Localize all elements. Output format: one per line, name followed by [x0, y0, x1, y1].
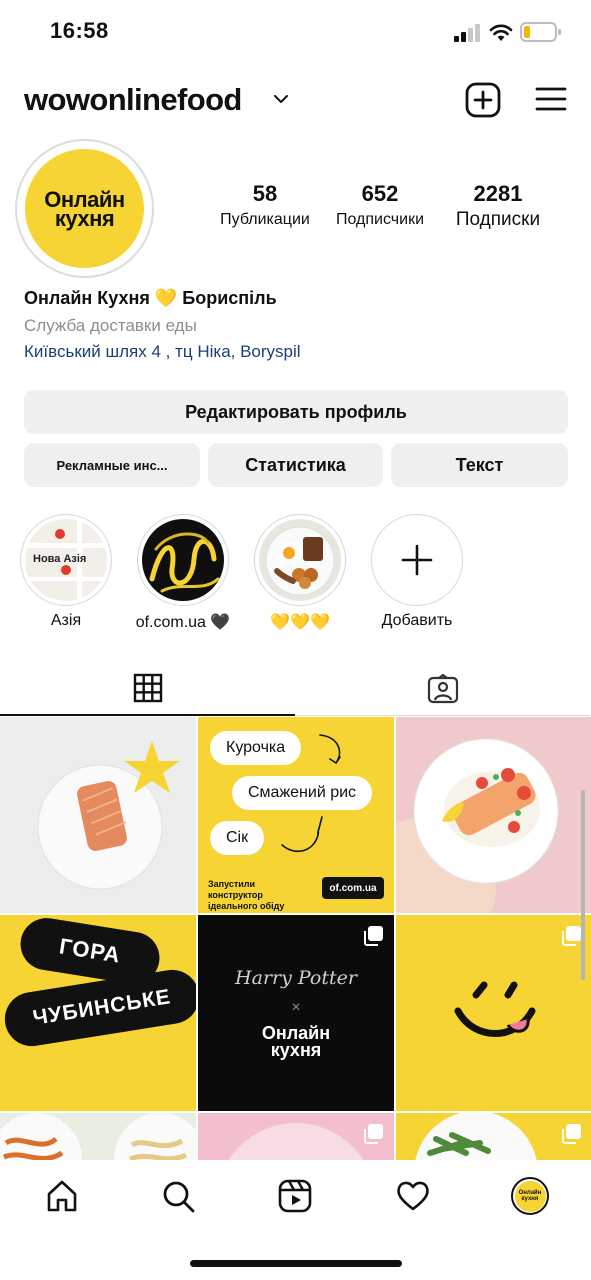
- status-time: 16:58: [50, 18, 109, 43]
- post-x-mark: ×: [291, 999, 301, 1016]
- home-icon[interactable]: [44, 1178, 80, 1214]
- avatar-logo-text: Онлайн кухня: [44, 186, 125, 231]
- ad-tools-button[interactable]: Рекламные инс...: [24, 443, 200, 487]
- neon-thumbnail: [142, 519, 224, 601]
- post-hp-title: Harry Potter: [235, 967, 357, 989]
- add-highlight-button[interactable]: Добавить: [362, 514, 472, 630]
- post-fish-plate[interactable]: [396, 717, 591, 913]
- avatar-logo-text: Онлайн кухня: [518, 1190, 542, 1202]
- multiple-images-icon: [562, 926, 581, 946]
- scrollbar[interactable]: [581, 790, 585, 980]
- plus-icon: [401, 544, 433, 576]
- insights-button[interactable]: Статистика: [208, 443, 383, 487]
- post-smiley[interactable]: [396, 915, 591, 1111]
- wifi-icon: [489, 24, 513, 41]
- neon-swirl-icon: [149, 532, 220, 593]
- status-bar: 16:58: [0, 0, 591, 64]
- profile-avatar[interactable]: Онлайн кухня: [15, 139, 154, 278]
- highlight-ring: [254, 514, 346, 606]
- avatar-logo: Онлайн кухня: [25, 149, 144, 268]
- highlight-ring: [371, 514, 463, 606]
- battery-icon: [520, 22, 561, 42]
- stat-following-label: Подписки: [455, 209, 541, 230]
- highlight-label: Добавить: [381, 612, 453, 629]
- profile-header: wowonlinefood: [0, 72, 591, 128]
- post-footer-text: Запустили конструктор ідеального обіду: [208, 879, 285, 911]
- profile-category: Служба доставки еды: [24, 316, 197, 335]
- home-indicator: [190, 1260, 402, 1267]
- map-label: Нова Азія: [33, 553, 87, 565]
- post-salmon[interactable]: [0, 717, 196, 913]
- profile-tabs: [0, 662, 591, 716]
- stat-followers-label: Подписчики: [335, 211, 424, 228]
- search-icon[interactable]: [160, 1178, 196, 1214]
- stat-followers-count: 652: [361, 181, 399, 206]
- fish-plate-image: [396, 738, 559, 913]
- post-constructor[interactable]: Курочка Смажений рис Сік Запустили конст…: [198, 717, 394, 913]
- account-username[interactable]: wowonlinefood: [24, 82, 242, 118]
- stat-posts-count: 58: [252, 181, 278, 206]
- stat-followers[interactable]: 652 Подписчики: [320, 180, 440, 232]
- post-harry-potter[interactable]: Harry Potter × Онлайн кухня: [198, 915, 394, 1111]
- post-beans[interactable]: [396, 1113, 591, 1160]
- profile-location-link[interactable]: Київський шлях 4 , тц Ніка, Boryspil: [24, 342, 301, 362]
- reels-icon[interactable]: [277, 1178, 313, 1214]
- highlight-ofcomua[interactable]: of.com.ua 🖤: [128, 514, 238, 632]
- stat-posts-label: Публикации: [220, 211, 310, 228]
- edit-profile-button[interactable]: Редактировать профиль: [24, 390, 568, 434]
- post-url-badge: of.com.ua: [322, 877, 384, 899]
- menu-icon[interactable]: [535, 85, 567, 113]
- tab-posts-grid[interactable]: [0, 662, 295, 716]
- multiple-images-icon: [364, 1124, 383, 1144]
- post-gora-chubynske[interactable]: ГОРА ЧУБИНСЬКЕ: [0, 915, 196, 1111]
- post-pasta[interactable]: [0, 1113, 196, 1160]
- tagged-person-icon: [427, 673, 458, 703]
- stat-following-count: 2281: [473, 181, 523, 206]
- chevron-down-icon[interactable]: [272, 92, 290, 106]
- heart-icon[interactable]: [395, 1178, 431, 1214]
- highlight-hearts[interactable]: 💛💛💛: [245, 514, 355, 632]
- map-thumbnail: Нова Азія: [25, 519, 107, 601]
- stat-following[interactable]: 2281 Подписки: [438, 180, 558, 232]
- highlight-label: 💛💛💛: [270, 614, 330, 631]
- grid-icon: [133, 673, 162, 703]
- create-post-icon[interactable]: [465, 82, 501, 118]
- profile-avatar-tab[interactable]: Онлайн кухня: [511, 1177, 549, 1215]
- multiple-images-icon: [364, 926, 383, 946]
- post-brand-text: Онлайн кухня: [261, 1023, 331, 1060]
- highlight-label: Азія: [50, 612, 82, 629]
- cellular-signal-icon: [454, 24, 480, 42]
- multiple-images-icon: [562, 1124, 581, 1144]
- salmon-plate-image: [37, 741, 180, 890]
- profile-display-name: Онлайн Кухня 💛 Бориспіль: [24, 288, 277, 308]
- map-pin-icon: [61, 565, 71, 575]
- posts-grid: Курочка Смажений рис Сік Запустили конст…: [0, 717, 591, 1160]
- text-button[interactable]: Текст: [391, 443, 568, 487]
- tab-tagged[interactable]: [295, 662, 590, 716]
- post-pink[interactable]: [198, 1113, 394, 1160]
- stat-posts[interactable]: 58 Публикации: [205, 180, 325, 232]
- highlight-ring: Нова Азія: [20, 514, 112, 606]
- avatar: Онлайн кухня: [514, 1180, 546, 1212]
- map-pin-icon: [55, 529, 65, 539]
- bottom-nav: Онлайн кухня: [0, 1160, 591, 1280]
- highlight-asia[interactable]: Нова Азія Азія: [11, 514, 121, 630]
- breakfast-plate-icon: [265, 526, 335, 596]
- highlight-label: of.com.ua 🖤: [135, 614, 231, 631]
- pasta-image: [0, 1113, 196, 1160]
- breakfast-thumbnail: [259, 519, 341, 601]
- highlight-ring: [137, 514, 229, 606]
